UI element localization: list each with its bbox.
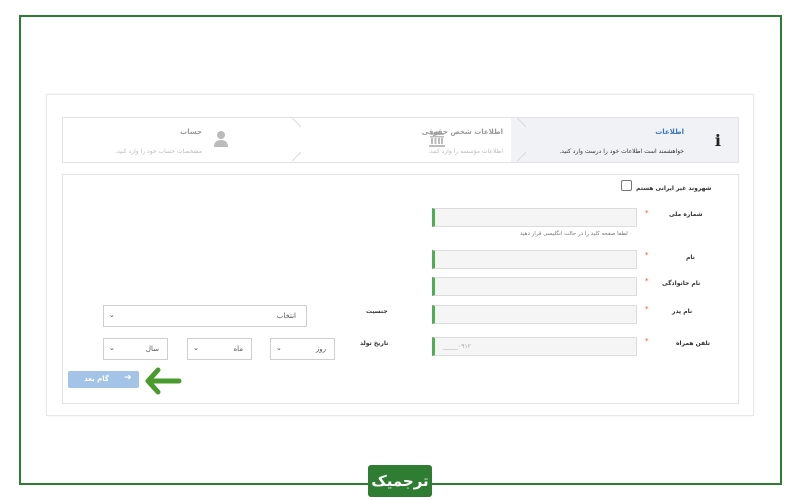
step-legal[interactable]: اطلاعات شخص حقوقی اطلاعات مؤسسه را وارد … — [286, 118, 511, 162]
required-mark: * — [645, 305, 649, 313]
gender-label: جنسیت — [366, 308, 388, 315]
chevron-down-icon: ⌄ — [109, 311, 115, 319]
user-icon — [214, 131, 228, 147]
required-mark: * — [645, 209, 649, 217]
step-legal-title: اطلاعات شخص حقوقی — [421, 128, 503, 136]
arrow-left-icon — [145, 367, 182, 395]
step-account-subtitle: مشخصات حساب خود را وارد کنید. — [115, 148, 202, 155]
father-name-input[interactable] — [432, 305, 637, 324]
mobile-label: تلفن همراه — [676, 340, 711, 347]
step-info[interactable]: i اطلاعات خواهشمند است اطلاعات خود را در… — [511, 118, 738, 162]
gender-select[interactable]: انتخاب ⌄ — [103, 305, 307, 327]
next-step-button[interactable]: گام بعد ➔ — [68, 371, 139, 388]
year-select[interactable]: سال ⌄ — [103, 338, 168, 360]
stepper: i اطلاعات خواهشمند است اطلاعات خود را در… — [62, 117, 739, 163]
foreign-citizen-checkbox[interactable] — [621, 180, 632, 191]
day-select[interactable]: روز ⌄ — [270, 338, 335, 360]
national-id-label: شماره ملی — [669, 211, 703, 218]
required-mark: * — [645, 251, 649, 259]
birth-date-label: تاریخ تولد — [360, 340, 389, 347]
info-icon: i — [714, 131, 721, 150]
month-select-value: ماه — [233, 345, 243, 353]
month-select[interactable]: ماه ⌄ — [187, 338, 252, 360]
first-name-input[interactable] — [432, 250, 637, 269]
day-select-value: روز — [315, 345, 326, 353]
father-name-label: نام پدر — [672, 308, 693, 315]
chevron-down-icon: ⌄ — [109, 344, 115, 352]
chevron-down-icon: ⌄ — [276, 344, 282, 352]
step-legal-subtitle: اطلاعات مؤسسه را وارد کنید. — [428, 148, 503, 155]
arrow-right-icon: ➔ — [124, 373, 132, 383]
step-account-title: حساب — [180, 128, 202, 136]
gender-select-value: انتخاب — [276, 312, 296, 320]
first-name-label: نام — [686, 254, 695, 261]
national-id-input[interactable] — [432, 208, 637, 227]
foreign-citizen-label: شهروند غیر ایرانی هستم — [636, 185, 712, 192]
step-separator — [512, 118, 526, 162]
year-select-value: سال — [145, 345, 159, 353]
next-step-label: گام بعد — [84, 375, 109, 383]
last-name-label: نام خانوادگی — [662, 280, 701, 287]
chevron-down-icon: ⌄ — [193, 344, 199, 352]
step-separator — [287, 118, 301, 162]
required-mark: * — [645, 337, 649, 345]
step-info-subtitle: خواهشمند است اطلاعات خود را درست وارد کن… — [559, 148, 684, 155]
step-info-title: اطلاعات — [655, 128, 684, 136]
required-mark: * — [645, 277, 649, 285]
mobile-placeholder: ۰۹۱۲_____ — [443, 343, 471, 350]
national-id-hint: لطفا صفحه کلید را در حالت انگلیسی قرار د… — [520, 231, 628, 237]
mobile-input[interactable]: ۰۹۱۲_____ — [432, 337, 637, 356]
last-name-input[interactable] — [432, 277, 637, 296]
brand-logo: ترجمیک — [368, 465, 432, 497]
step-account[interactable]: حساب مشخصات حساب خود را وارد کنید. — [61, 118, 286, 162]
